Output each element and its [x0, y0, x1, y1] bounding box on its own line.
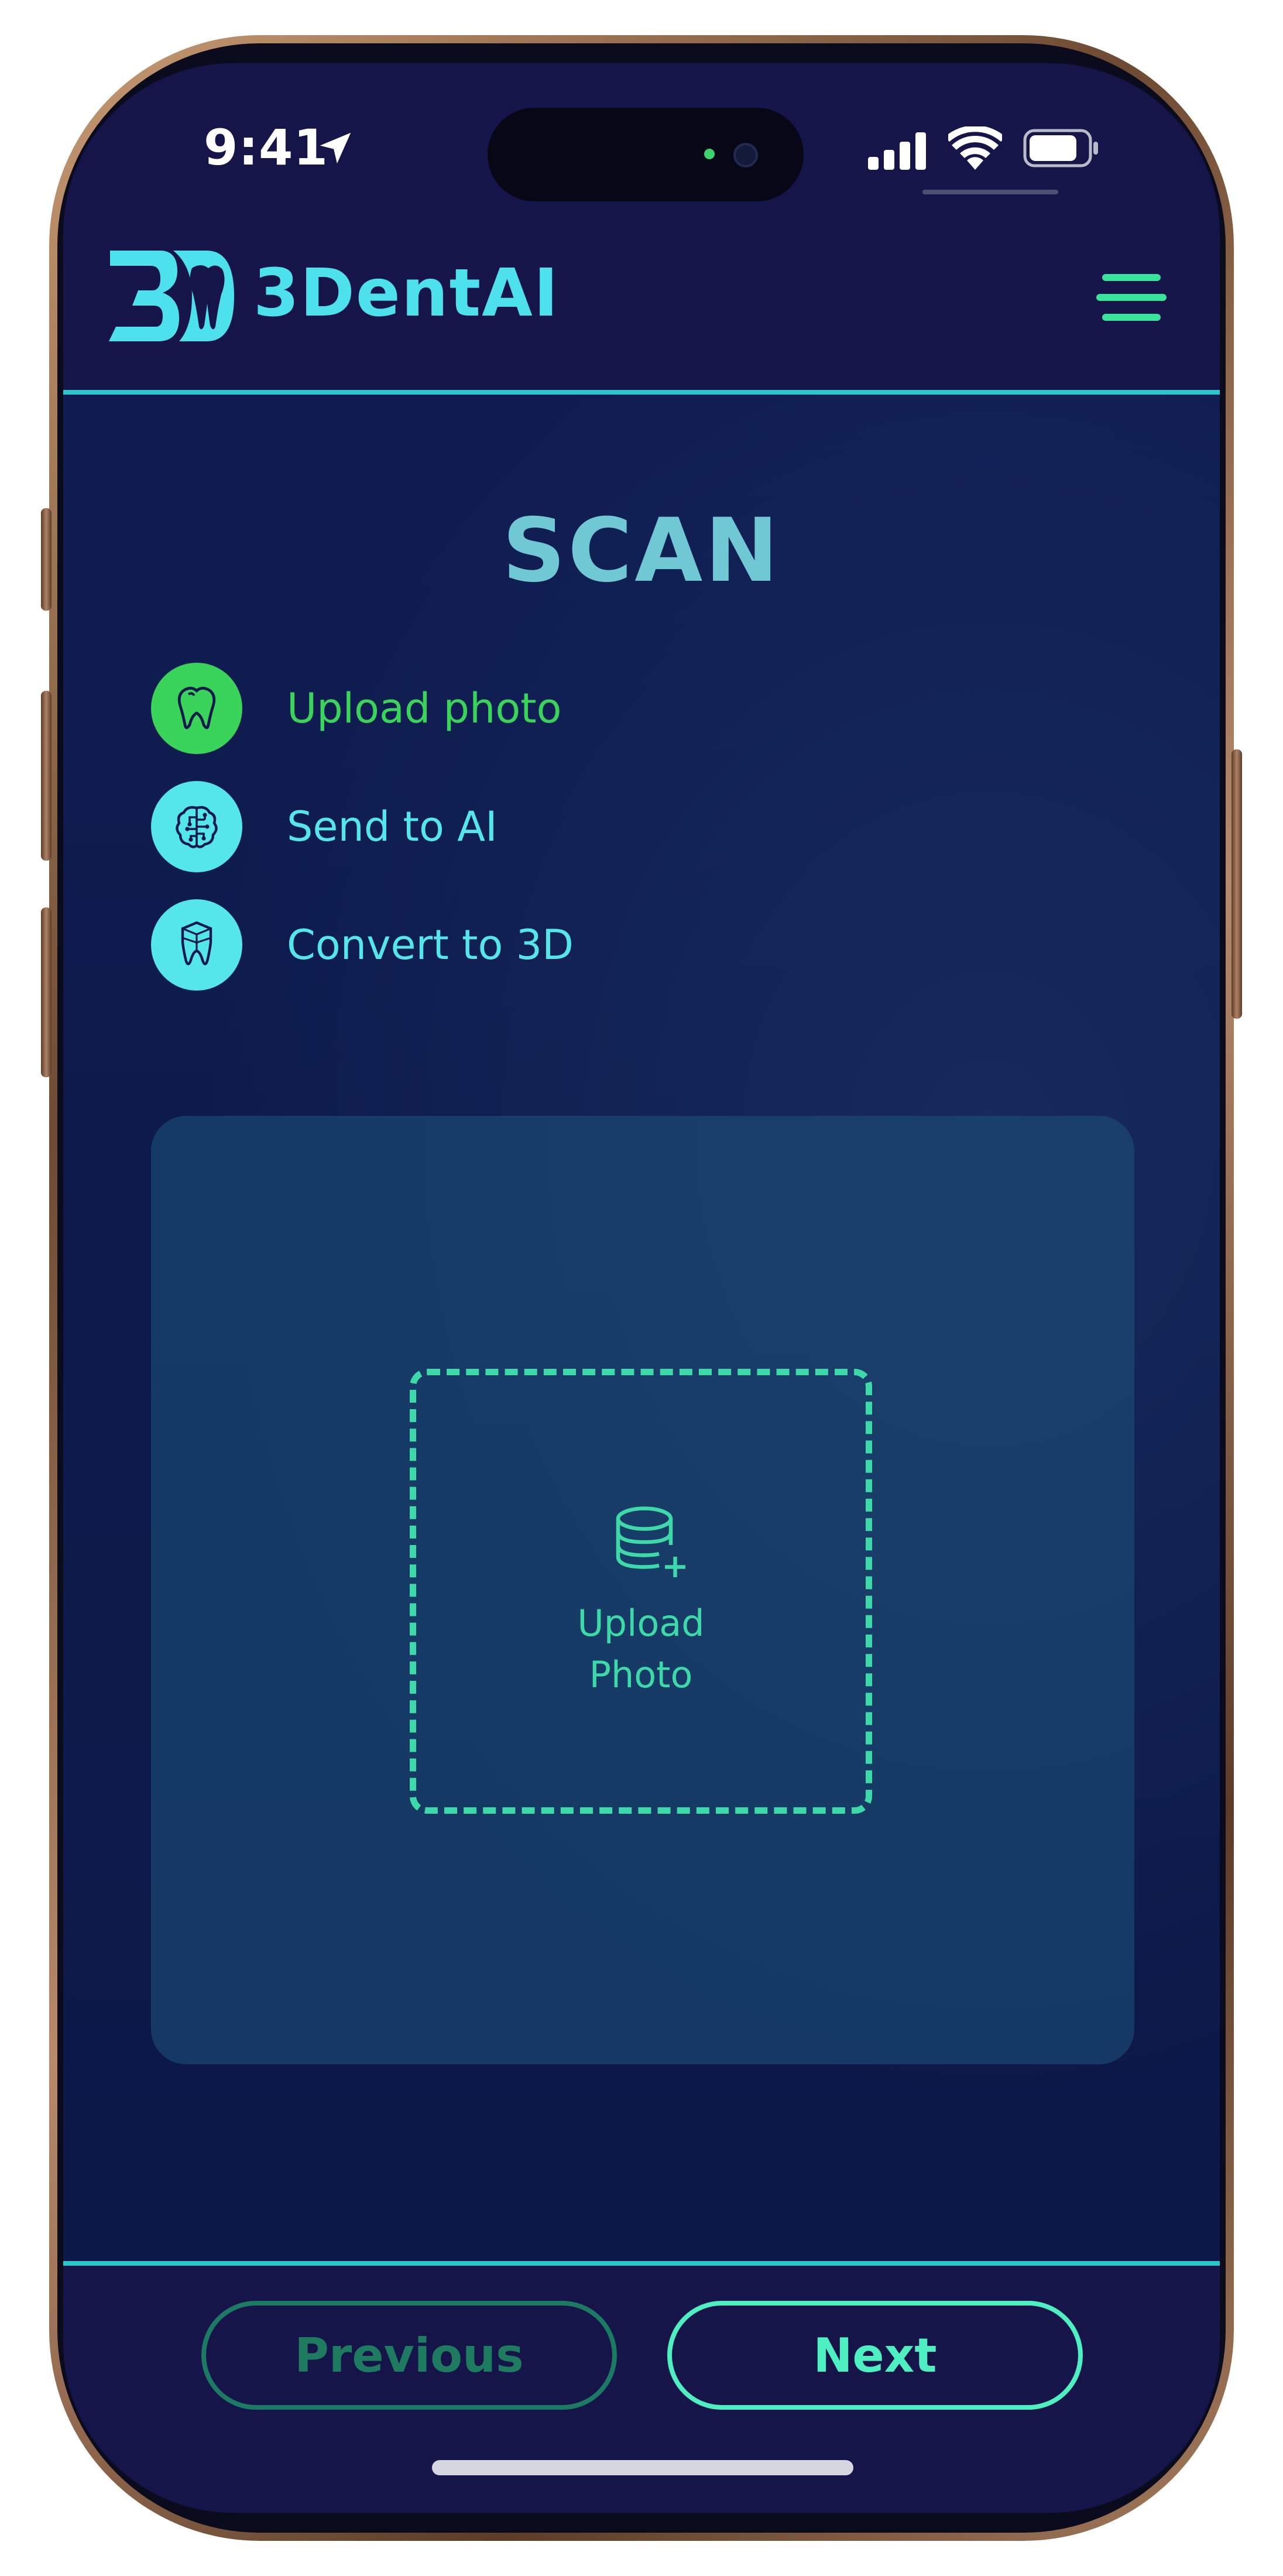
- tooth-icon: [151, 663, 242, 754]
- 3d-tooth-logo: [109, 251, 234, 341]
- status-time: 9:41: [204, 119, 328, 176]
- step-label: Send to AI: [287, 803, 498, 851]
- power-button: [1231, 749, 1242, 1019]
- wifi-icon: [948, 126, 1002, 170]
- database-add-icon: [616, 1506, 685, 1577]
- step-label: Upload photo: [287, 684, 562, 732]
- upload-label-line2: Photo: [589, 1653, 693, 1696]
- page-title: SCAN: [502, 500, 781, 602]
- hamburger-menu-icon[interactable]: [1096, 274, 1167, 333]
- main-content: SCAN Upload photo Send to AI Convert to …: [63, 395, 1220, 2266]
- header-divider: [63, 390, 1220, 395]
- next-button[interactable]: Next: [667, 2301, 1083, 2410]
- screen: 9:41 3DentAI SCAN Upload photo Send to A…: [63, 63, 1220, 2513]
- 3d-tooth-icon: [151, 899, 242, 991]
- status-divider: [922, 190, 1058, 194]
- dynamic-island: [488, 108, 804, 201]
- step-upload-photo: Upload photo: [151, 662, 561, 755]
- battery-icon: [1023, 129, 1098, 167]
- upload-photo-dropzone[interactable]: Upload Photo: [410, 1369, 872, 1814]
- previous-button[interactable]: Previous: [201, 2301, 617, 2410]
- camera-indicator-dot: [704, 149, 715, 159]
- footer-divider: [63, 2261, 1220, 2266]
- brain-glyph: [176, 806, 218, 848]
- step-label: Convert to 3D: [287, 921, 574, 969]
- volume-down-button: [41, 907, 52, 1077]
- location-arrow-icon: [320, 132, 351, 164]
- upload-photo-label: Upload Photo: [416, 1598, 866, 1701]
- home-indicator[interactable]: [432, 2460, 853, 2475]
- brand-name: 3DentAI: [253, 255, 560, 331]
- step-convert-to-3d: Convert to 3D: [151, 898, 574, 992]
- action-button: [41, 508, 52, 611]
- app-header: 3DentAI: [63, 215, 1220, 391]
- cellular-signal-icon: [868, 132, 926, 170]
- status-bar: 9:41: [63, 63, 1220, 215]
- footer-nav: Previous Next: [63, 2266, 1220, 2513]
- 3d-tooth-glyph: [181, 921, 212, 965]
- tooth-glyph: [177, 687, 216, 729]
- volume-up-button: [41, 691, 52, 861]
- brain-circuit-icon: [151, 781, 242, 872]
- camera-lens: [733, 143, 758, 167]
- upload-label-line1: Upload: [577, 1602, 705, 1645]
- step-send-to-ai: Send to AI: [151, 780, 498, 873]
